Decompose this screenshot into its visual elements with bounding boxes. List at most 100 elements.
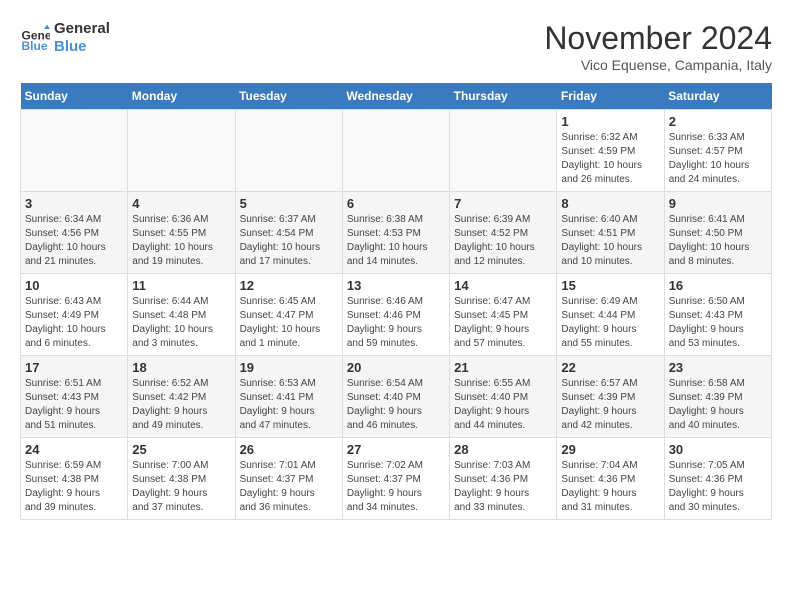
weekday-header-thursday: Thursday <box>450 83 557 110</box>
day-number: 16 <box>669 278 767 293</box>
day-number: 19 <box>240 360 338 375</box>
day-detail: Sunrise: 7:03 AM Sunset: 4:36 PM Dayligh… <box>454 459 552 515</box>
calendar-cell: 17 Sunrise: 6:51 AM Sunset: 4:43 PM Dayli… <box>21 356 128 438</box>
day-number: 29 <box>561 442 659 457</box>
week-row-5: 24 Sunrise: 6:59 AM Sunset: 4:38 PM Dayli… <box>21 438 772 520</box>
calendar-cell: 15Sunrise: 6:49 AM Sunset: 4:44 PM Dayli… <box>557 274 664 356</box>
day-number: 27 <box>347 442 445 457</box>
title-area: November 2024 Vico Equense, Campania, It… <box>544 20 772 73</box>
day-detail: Sunrise: 6:57 AM Sunset: 4:39 PM Dayligh… <box>561 377 659 433</box>
day-number: 4 <box>132 196 230 211</box>
week-row-4: 17 Sunrise: 6:51 AM Sunset: 4:43 PM Dayli… <box>21 356 772 438</box>
day-number: 8 <box>561 196 659 211</box>
calendar-cell: 5 Sunrise: 6:37 AM Sunset: 4:54 PM Daylig… <box>235 192 342 274</box>
calendar-cell: 1Sunrise: 6:32 AM Sunset: 4:59 PM Daylig… <box>557 110 664 192</box>
calendar-cell: 14 Sunrise: 6:47 AM Sunset: 4:45 PM Dayli… <box>450 274 557 356</box>
week-row-3: 10 Sunrise: 6:43 AM Sunset: 4:49 PM Dayli… <box>21 274 772 356</box>
day-detail: Sunrise: 7:02 AM Sunset: 4:37 PM Dayligh… <box>347 459 445 515</box>
calendar-table: SundayMondayTuesdayWednesdayThursdayFrid… <box>20 83 772 520</box>
day-detail: Sunrise: 6:36 AM Sunset: 4:55 PM Dayligh… <box>132 213 230 269</box>
month-title: November 2024 <box>544 20 772 57</box>
day-number: 21 <box>454 360 552 375</box>
day-detail: Sunrise: 6:32 AM Sunset: 4:59 PM Dayligh… <box>561 131 659 187</box>
day-number: 24 <box>25 442 123 457</box>
day-detail: Sunrise: 6:37 AM Sunset: 4:54 PM Dayligh… <box>240 213 338 269</box>
calendar-cell: 9Sunrise: 6:41 AM Sunset: 4:50 PM Daylig… <box>664 192 771 274</box>
calendar-cell: 12 Sunrise: 6:45 AM Sunset: 4:47 PM Dayli… <box>235 274 342 356</box>
day-detail: Sunrise: 6:50 AM Sunset: 4:43 PM Dayligh… <box>669 295 767 351</box>
calendar-cell: 28 Sunrise: 7:03 AM Sunset: 4:36 PM Dayli… <box>450 438 557 520</box>
calendar-cell: 4 Sunrise: 6:36 AM Sunset: 4:55 PM Daylig… <box>128 192 235 274</box>
calendar-cell: 10 Sunrise: 6:43 AM Sunset: 4:49 PM Dayli… <box>21 274 128 356</box>
header: General Blue General Blue November 2024 … <box>20 20 772 73</box>
day-number: 2 <box>669 114 767 129</box>
day-detail: Sunrise: 6:51 AM Sunset: 4:43 PM Dayligh… <box>25 377 123 433</box>
day-number: 3 <box>25 196 123 211</box>
day-detail: Sunrise: 7:04 AM Sunset: 4:36 PM Dayligh… <box>561 459 659 515</box>
logo-text-general: General <box>54 20 110 38</box>
calendar-cell: 27 Sunrise: 7:02 AM Sunset: 4:37 PM Dayli… <box>342 438 449 520</box>
day-detail: Sunrise: 6:46 AM Sunset: 4:46 PM Dayligh… <box>347 295 445 351</box>
day-number: 10 <box>25 278 123 293</box>
weekday-header-friday: Friday <box>557 83 664 110</box>
svg-text:Blue: Blue <box>22 39 48 53</box>
day-detail: Sunrise: 6:55 AM Sunset: 4:40 PM Dayligh… <box>454 377 552 433</box>
calendar-cell: 6 Sunrise: 6:38 AM Sunset: 4:53 PM Daylig… <box>342 192 449 274</box>
day-detail: Sunrise: 6:33 AM Sunset: 4:57 PM Dayligh… <box>669 131 767 187</box>
day-number: 25 <box>132 442 230 457</box>
day-detail: Sunrise: 7:00 AM Sunset: 4:38 PM Dayligh… <box>132 459 230 515</box>
calendar-cell <box>21 110 128 192</box>
day-number: 13 <box>347 278 445 293</box>
calendar-cell: 21 Sunrise: 6:55 AM Sunset: 4:40 PM Dayli… <box>450 356 557 438</box>
day-number: 17 <box>25 360 123 375</box>
calendar-cell: 3 Sunrise: 6:34 AM Sunset: 4:56 PM Daylig… <box>21 192 128 274</box>
day-number: 5 <box>240 196 338 211</box>
day-detail: Sunrise: 6:34 AM Sunset: 4:56 PM Dayligh… <box>25 213 123 269</box>
location: Vico Equense, Campania, Italy <box>544 57 772 73</box>
calendar-cell: 8 Sunrise: 6:40 AM Sunset: 4:51 PM Daylig… <box>557 192 664 274</box>
day-number: 14 <box>454 278 552 293</box>
calendar-cell: 22 Sunrise: 6:57 AM Sunset: 4:39 PM Dayli… <box>557 356 664 438</box>
calendar-cell: 19 Sunrise: 6:53 AM Sunset: 4:41 PM Dayli… <box>235 356 342 438</box>
day-detail: Sunrise: 6:43 AM Sunset: 4:49 PM Dayligh… <box>25 295 123 351</box>
logo-text-blue: Blue <box>54 38 110 56</box>
day-detail: Sunrise: 6:41 AM Sunset: 4:50 PM Dayligh… <box>669 213 767 269</box>
day-detail: Sunrise: 6:58 AM Sunset: 4:39 PM Dayligh… <box>669 377 767 433</box>
calendar-cell: 18Sunrise: 6:52 AM Sunset: 4:42 PM Dayli… <box>128 356 235 438</box>
day-number: 30 <box>669 442 767 457</box>
week-row-2: 3 Sunrise: 6:34 AM Sunset: 4:56 PM Daylig… <box>21 192 772 274</box>
day-detail: Sunrise: 6:40 AM Sunset: 4:51 PM Dayligh… <box>561 213 659 269</box>
day-number: 7 <box>454 196 552 211</box>
logo-icon: General Blue <box>20 23 50 53</box>
calendar-cell: 26Sunrise: 7:01 AM Sunset: 4:37 PM Dayli… <box>235 438 342 520</box>
day-number: 6 <box>347 196 445 211</box>
calendar-cell: 25 Sunrise: 7:00 AM Sunset: 4:38 PM Dayli… <box>128 438 235 520</box>
day-number: 22 <box>561 360 659 375</box>
day-detail: Sunrise: 6:52 AM Sunset: 4:42 PM Dayligh… <box>132 377 230 433</box>
calendar-cell: 29 Sunrise: 7:04 AM Sunset: 4:36 PM Dayli… <box>557 438 664 520</box>
calendar-cell <box>450 110 557 192</box>
calendar-cell <box>128 110 235 192</box>
day-detail: Sunrise: 6:38 AM Sunset: 4:53 PM Dayligh… <box>347 213 445 269</box>
day-detail: Sunrise: 7:05 AM Sunset: 4:36 PM Dayligh… <box>669 459 767 515</box>
weekday-header-sunday: Sunday <box>21 83 128 110</box>
day-number: 11 <box>132 278 230 293</box>
calendar-cell <box>235 110 342 192</box>
day-number: 15 <box>561 278 659 293</box>
day-detail: Sunrise: 6:44 AM Sunset: 4:48 PM Dayligh… <box>132 295 230 351</box>
day-number: 28 <box>454 442 552 457</box>
day-detail: Sunrise: 6:59 AM Sunset: 4:38 PM Dayligh… <box>25 459 123 515</box>
day-detail: Sunrise: 6:53 AM Sunset: 4:41 PM Dayligh… <box>240 377 338 433</box>
week-row-1: 1Sunrise: 6:32 AM Sunset: 4:59 PM Daylig… <box>21 110 772 192</box>
calendar-cell: 24 Sunrise: 6:59 AM Sunset: 4:38 PM Dayli… <box>21 438 128 520</box>
day-detail: Sunrise: 6:45 AM Sunset: 4:47 PM Dayligh… <box>240 295 338 351</box>
day-number: 23 <box>669 360 767 375</box>
weekday-header-row: SundayMondayTuesdayWednesdayThursdayFrid… <box>21 83 772 110</box>
day-number: 26 <box>240 442 338 457</box>
day-number: 12 <box>240 278 338 293</box>
calendar-cell: 30 Sunrise: 7:05 AM Sunset: 4:36 PM Dayli… <box>664 438 771 520</box>
day-detail: Sunrise: 6:47 AM Sunset: 4:45 PM Dayligh… <box>454 295 552 351</box>
weekday-header-tuesday: Tuesday <box>235 83 342 110</box>
weekday-header-monday: Monday <box>128 83 235 110</box>
calendar-cell <box>342 110 449 192</box>
